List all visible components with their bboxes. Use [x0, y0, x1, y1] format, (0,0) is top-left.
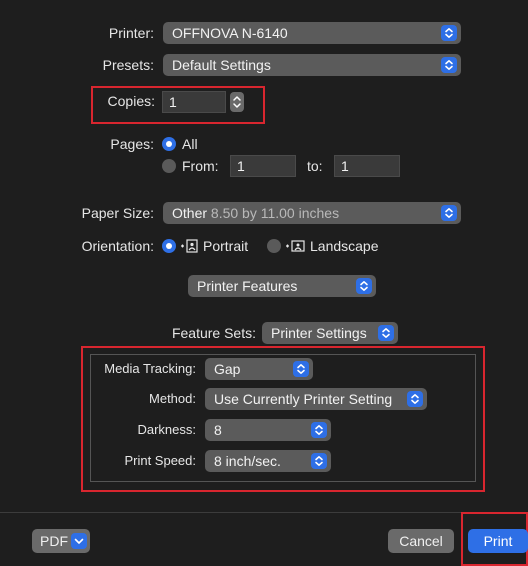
- print-speed-label: Print Speed:: [124, 453, 196, 468]
- footer-divider: [0, 512, 520, 513]
- pages-to-input[interactable]: 1: [334, 155, 400, 177]
- paper-size-detail: 8.50 by 11.00 inches: [210, 205, 340, 221]
- pages-all-label: All: [182, 136, 198, 152]
- paper-size-label: Paper Size:: [81, 205, 154, 221]
- landscape-label: Landscape: [310, 238, 379, 254]
- copies-input[interactable]: 1: [162, 91, 226, 113]
- portrait-label: Portrait: [203, 238, 249, 254]
- chevron-down-icon: [71, 533, 87, 549]
- printer-value: OFFNOVA N-6140: [172, 25, 288, 41]
- pages-from-label: From:: [182, 158, 219, 174]
- print-button[interactable]: Print: [468, 529, 528, 553]
- portrait-icon: [180, 238, 200, 259]
- method-popup[interactable]: Use Currently Printer Setting: [205, 388, 427, 410]
- orientation-portrait-radio[interactable]: [162, 239, 176, 253]
- pages-to-label: to:: [307, 158, 323, 174]
- print-speed-popup[interactable]: 8 inch/sec.: [205, 450, 331, 472]
- paper-size-value: Other 8.50 by 11.00 inches: [172, 205, 340, 221]
- feature-sets-value: Printer Settings: [271, 325, 367, 341]
- pdf-menu-button[interactable]: PDF: [32, 529, 90, 553]
- printer-label: Printer:: [108, 25, 154, 41]
- chevron-updown-icon: [356, 278, 372, 294]
- method-value: Use Currently Printer Setting: [214, 391, 393, 407]
- landscape-icon: [285, 238, 307, 259]
- pages-from-input[interactable]: 1: [230, 155, 296, 177]
- pages-range-radio[interactable]: [162, 159, 176, 173]
- media-tracking-label: Media Tracking:: [104, 361, 196, 376]
- method-label: Method:: [149, 391, 196, 406]
- pages-all-radio[interactable]: [162, 137, 176, 151]
- chevron-updown-icon: [293, 361, 309, 377]
- copies-label: Copies:: [107, 93, 155, 109]
- media-tracking-value: Gap: [214, 361, 241, 377]
- stepper-arrows-icon: [233, 96, 241, 108]
- pdf-label: PDF: [40, 533, 68, 549]
- chevron-updown-icon: [441, 57, 457, 73]
- print-speed-value: 8 inch/sec.: [214, 453, 281, 469]
- presets-popup[interactable]: Default Settings: [163, 54, 461, 76]
- darkness-value: 8: [214, 422, 222, 438]
- chevron-updown-icon: [311, 422, 327, 438]
- presets-value: Default Settings: [172, 57, 271, 73]
- presets-label: Presets:: [102, 57, 154, 73]
- section-popup-value: Printer Features: [197, 278, 298, 294]
- paper-size-popup[interactable]: Other 8.50 by 11.00 inches: [163, 202, 461, 224]
- chevron-updown-icon: [378, 325, 394, 341]
- orientation-label: Orientation:: [81, 238, 154, 254]
- chevron-updown-icon: [311, 453, 327, 469]
- printer-popup[interactable]: OFFNOVA N-6140: [163, 22, 461, 44]
- chevron-updown-icon: [441, 25, 457, 41]
- feature-sets-label: Feature Sets:: [171, 325, 256, 341]
- darkness-label: Darkness:: [137, 422, 196, 437]
- feature-sets-popup[interactable]: Printer Settings: [262, 322, 398, 344]
- chevron-updown-icon: [441, 205, 457, 221]
- chevron-updown-icon: [407, 391, 423, 407]
- cancel-button[interactable]: Cancel: [388, 529, 454, 553]
- section-popup[interactable]: Printer Features: [188, 275, 376, 297]
- media-tracking-popup[interactable]: Gap: [205, 358, 313, 380]
- orientation-landscape-radio[interactable]: [267, 239, 281, 253]
- darkness-popup[interactable]: 8: [205, 419, 331, 441]
- copies-stepper[interactable]: [230, 92, 244, 112]
- pages-label: Pages:: [110, 136, 154, 152]
